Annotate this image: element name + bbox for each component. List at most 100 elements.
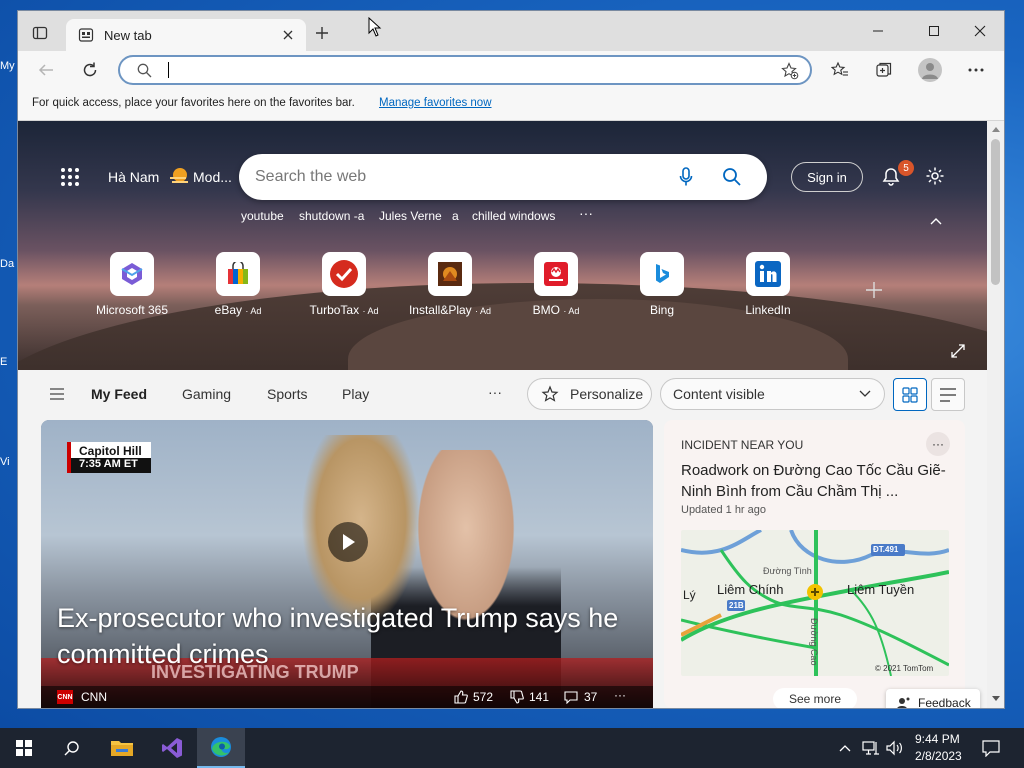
manage-favorites-link[interactable]: Manage favorites now [379, 97, 492, 109]
clock-time[interactable]: 9:44 PM [915, 732, 960, 746]
traffic-map[interactable]: ĐT.491 21B Liêm Chính Liêm Tuyền Lý Đườn… [681, 530, 949, 676]
weather-label[interactable]: Mod... [193, 169, 232, 185]
search-icon [64, 741, 79, 756]
scrollbar-thumb[interactable] [991, 139, 1000, 285]
close-tab-icon[interactable] [280, 27, 296, 43]
more-tabs-button[interactable]: ··· [488, 384, 502, 400]
desktop-icon-label[interactable]: My [0, 60, 18, 72]
tab-new-tab[interactable]: New tab [66, 19, 306, 51]
search-suggestion[interactable]: youtube [241, 209, 284, 223]
microsoft-365-logo-icon [110, 252, 154, 296]
search-suggestion[interactable]: chilled windows [472, 209, 555, 223]
quick-link-label: Bing [649, 303, 675, 317]
start-button[interactable] [0, 728, 48, 768]
back-arrow-icon[interactable] [36, 60, 56, 80]
list-layout-button[interactable] [931, 378, 965, 411]
add-shortcut-icon[interactable] [864, 280, 884, 300]
search-suggestion[interactable]: shutdown -a [299, 209, 364, 223]
tab-title: New tab [104, 27, 152, 43]
file-explorer-button[interactable] [98, 728, 146, 768]
tab-actions-icon[interactable] [32, 25, 48, 41]
microphone-icon[interactable] [676, 166, 696, 188]
incident-more-button[interactable]: ··· [926, 432, 950, 456]
tab-sports[interactable]: Sports [267, 386, 307, 402]
collections-icon[interactable] [874, 60, 894, 80]
route-label: ĐT.491 [873, 545, 899, 554]
content-visibility-dropdown[interactable]: Content visible [660, 378, 885, 410]
ebay-bag-icon [216, 252, 260, 296]
profile-avatar-icon[interactable] [918, 58, 942, 82]
quick-link-label: Microsoft 365 [95, 303, 169, 317]
see-more-button[interactable]: See more [773, 688, 857, 708]
address-bar[interactable] [118, 55, 812, 85]
comment-icon[interactable] [563, 689, 579, 705]
close-window-icon[interactable] [970, 21, 990, 41]
top-story-card[interactable]: Capitol Hill 7:35 AM ET INVESTIGATING TR… [41, 420, 653, 708]
add-favorite-icon[interactable] [780, 61, 800, 81]
play-icon [343, 534, 355, 550]
app-launcher-icon[interactable] [59, 166, 81, 188]
quick-link-ebay[interactable]: eBay · Ad [188, 252, 288, 317]
sign-in-button[interactable]: Sign in [791, 162, 863, 192]
desktop-icon-label[interactable]: E [0, 356, 18, 368]
settings-more-icon[interactable] [966, 60, 986, 80]
web-search-input[interactable]: Search the web [255, 168, 366, 186]
incident-card[interactable]: INCIDENT NEAR YOU ··· Roadwork on Đường … [664, 420, 965, 708]
article-footer: CNN CNN 572 141 37 ··· [41, 686, 653, 708]
desktop-icon-label[interactable]: Vi [0, 456, 18, 468]
search-suggestion[interactable]: a [452, 209, 459, 223]
desktop-icon-label[interactable]: Da [0, 258, 18, 270]
quick-link-install-play[interactable]: Install&Play · Ad [400, 252, 500, 317]
taskbar-search-button[interactable] [48, 728, 96, 768]
article-more-button[interactable]: ··· [614, 688, 626, 702]
scroll-down-icon[interactable] [991, 694, 1000, 702]
maximize-icon[interactable] [924, 21, 944, 41]
route-label: 21B [729, 601, 744, 610]
grid-layout-button[interactable] [893, 378, 927, 411]
personalize-button[interactable]: Personalize [527, 378, 652, 410]
list-view-icon [940, 387, 956, 402]
quick-link-bmo[interactable]: BMO · Ad [506, 252, 606, 317]
like-icon[interactable] [453, 689, 469, 705]
web-search-box[interactable]: Search the web [239, 154, 767, 200]
volume-icon[interactable] [886, 740, 904, 756]
expand-background-icon[interactable] [950, 343, 966, 359]
vertical-scrollbar[interactable] [987, 121, 1004, 708]
quick-link-bing[interactable]: Bing [612, 252, 712, 317]
quick-link-turbotax[interactable]: TurboTax · Ad [294, 252, 394, 317]
page-settings-gear-icon[interactable] [924, 165, 946, 187]
play-button[interactable] [328, 522, 368, 562]
tab-play[interactable]: Play [342, 386, 369, 402]
tab-my-feed[interactable]: My Feed [91, 386, 147, 402]
network-icon[interactable] [862, 740, 880, 756]
hamburger-menu-icon[interactable] [49, 387, 65, 401]
scroll-up-icon[interactable] [991, 125, 1000, 133]
location-label[interactable]: Hà Nam [108, 169, 159, 185]
new-tab-button[interactable] [314, 25, 330, 41]
article-source[interactable]: CNN [81, 690, 107, 704]
minimize-icon[interactable] [868, 21, 888, 41]
dislike-icon[interactable] [509, 689, 525, 705]
quick-link-microsoft-365[interactable]: Microsoft 365 [82, 252, 182, 317]
tab-gaming[interactable]: Gaming [182, 386, 231, 402]
article-headline[interactable]: Ex-prosecutor who investigated Trump say… [57, 600, 637, 672]
notification-center-icon[interactable] [982, 739, 1000, 757]
linkedin-logo-icon [746, 252, 790, 296]
quick-link-linkedin[interactable]: LinkedIn [718, 252, 818, 317]
clock-date[interactable]: 2/8/2023 [915, 749, 962, 763]
visual-studio-button[interactable] [148, 728, 196, 768]
weather-haze-icon[interactable] [168, 166, 190, 186]
favorites-icon[interactable] [830, 60, 850, 80]
chevron-up-icon[interactable] [929, 214, 943, 228]
search-submit-icon[interactable] [721, 166, 743, 188]
feedback-button[interactable]: Feedback [886, 689, 980, 708]
edge-taskbar-button[interactable] [197, 728, 245, 768]
more-suggestions-button[interactable]: ··· [579, 205, 593, 221]
show-hidden-icons-chevron-icon[interactable] [838, 741, 852, 755]
refresh-icon[interactable] [80, 60, 100, 80]
incident-title[interactable]: Roadwork on Đường Cao Tốc Cầu Giẽ-Ninh B… [681, 460, 953, 502]
browser-window: New tab For quick access, place your fav… [18, 11, 1004, 708]
map-place-label: Liêm Tuyền [847, 582, 915, 597]
see-more-label: See more [788, 692, 842, 706]
search-suggestion[interactable]: Jules Verne [379, 209, 442, 223]
